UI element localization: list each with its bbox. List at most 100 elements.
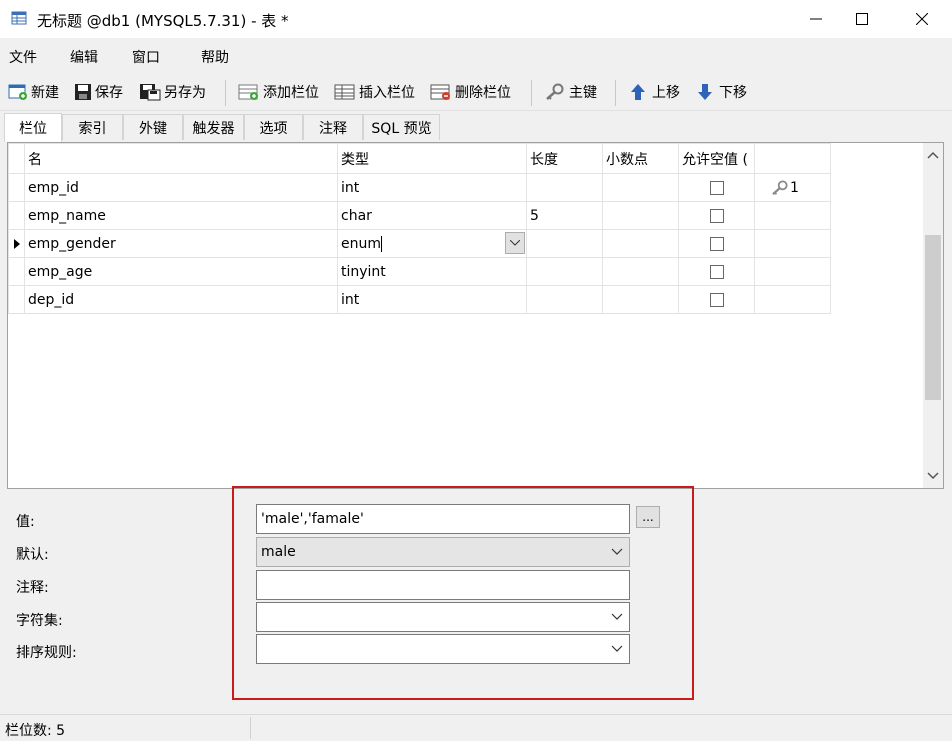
field-name-cell[interactable]: emp_age [24, 257, 338, 286]
field-type-cell[interactable]: int [337, 285, 527, 314]
field-type-cell[interactable]: tinyint [337, 257, 527, 286]
new-button[interactable]: 新建 [8, 81, 59, 103]
status-separator [250, 717, 251, 739]
primary-key-cell[interactable]: 1 [754, 173, 831, 202]
row-indicator [8, 229, 25, 258]
field-type-cell[interactable]: int [337, 173, 527, 202]
add-field-label: 添加栏位 [263, 85, 319, 101]
vertical-scrollbar[interactable] [923, 143, 943, 488]
arrow-up-icon [631, 84, 645, 100]
primary-key-cell[interactable] [754, 201, 831, 230]
table-row[interactable]: dep_id int [8, 285, 831, 314]
save-as-label: 另存为 [164, 85, 206, 101]
delete-field-icon [430, 84, 450, 100]
primary-key-cell[interactable] [754, 285, 831, 314]
save-button[interactable]: 保存 [74, 81, 123, 103]
value-label: 值: [16, 514, 35, 530]
insert-field-button[interactable]: 插入栏位 [334, 81, 415, 103]
move-down-button[interactable]: 下移 [696, 81, 747, 103]
chevron-down-icon [611, 548, 623, 555]
field-name-cell[interactable]: emp_id [24, 173, 338, 202]
nullable-cell [678, 173, 755, 202]
tab-triggers[interactable]: 触发器 [183, 114, 244, 140]
table-row[interactable]: emp_name char 5 [8, 201, 831, 230]
tab-comment[interactable]: 注释 [303, 114, 363, 140]
nullable-cell [678, 285, 755, 314]
row-indicator [8, 173, 25, 202]
field-type-cell[interactable]: char [337, 201, 527, 230]
charset-select[interactable] [256, 602, 630, 632]
table-row[interactable]: emp_gender enum [8, 229, 831, 258]
comment-input[interactable] [256, 570, 630, 600]
new-table-icon [8, 84, 27, 100]
field-name-cell[interactable]: dep_id [24, 285, 338, 314]
default-select[interactable]: male [256, 537, 630, 567]
field-name-cell[interactable]: emp_name [24, 201, 338, 230]
title-bar: 无标题 @db1 (MYSQL5.7.31) - 表 * [0, 0, 952, 38]
edit-values-button[interactable]: ... [636, 506, 660, 528]
primary-key-button[interactable]: 主键 [544, 81, 597, 103]
scroll-down-icon[interactable] [923, 468, 943, 484]
tab-fields[interactable]: 栏位 [4, 113, 62, 142]
nullable-checkbox[interactable] [709, 292, 724, 307]
header-nullable[interactable]: 允许空值 ( [678, 143, 755, 174]
toolbar-separator [531, 80, 532, 106]
tab-indexes[interactable]: 索引 [62, 114, 123, 140]
field-decimals-cell[interactable] [602, 173, 679, 202]
field-decimals-cell[interactable] [602, 285, 679, 314]
nullable-checkbox[interactable] [709, 236, 724, 251]
primary-key-order: 1 [790, 179, 799, 196]
chevron-down-icon [510, 240, 520, 246]
enum-values-input[interactable]: 'male','famale' [256, 504, 630, 534]
delete-field-label: 删除栏位 [455, 85, 511, 101]
tab-options[interactable]: 选项 [244, 114, 303, 140]
menu-window[interactable]: 窗口 [132, 47, 160, 67]
move-up-button[interactable]: 上移 [629, 81, 680, 103]
menu-edit[interactable]: 编辑 [70, 47, 98, 67]
add-field-icon [238, 84, 258, 100]
delete-field-button[interactable]: 删除栏位 [430, 81, 511, 103]
primary-key-cell[interactable] [754, 257, 831, 286]
insert-field-label: 插入栏位 [359, 85, 415, 101]
add-field-button[interactable]: 添加栏位 [238, 81, 319, 103]
menu-file[interactable]: 文件 [9, 47, 37, 67]
header-length[interactable]: 长度 [526, 143, 603, 174]
field-type-cell[interactable]: enum [337, 229, 527, 258]
field-length-cell[interactable] [526, 173, 603, 202]
type-dropdown-button[interactable] [505, 232, 525, 254]
header-name[interactable]: 名 [24, 143, 338, 174]
current-row-arrow-icon [13, 238, 20, 249]
header-type[interactable]: 类型 [337, 143, 527, 174]
field-length-cell[interactable] [526, 285, 603, 314]
tab-foreign-keys[interactable]: 外键 [123, 114, 183, 140]
save-icon [75, 84, 91, 100]
field-length-cell[interactable]: 5 [526, 201, 603, 230]
field-length-cell[interactable] [526, 229, 603, 258]
menu-bar: 文件 编辑 窗口 帮助 [0, 38, 952, 74]
close-button[interactable] [895, 0, 949, 38]
nullable-checkbox[interactable] [709, 180, 724, 195]
field-type-value[interactable]: enum [338, 235, 382, 252]
table-row[interactable]: emp_id int 1 [8, 173, 831, 202]
primary-key-label: 主键 [569, 85, 597, 101]
nullable-checkbox[interactable] [709, 208, 724, 223]
maximize-button[interactable] [835, 0, 889, 38]
status-bar: 栏位数: 5 [0, 714, 952, 741]
collation-select[interactable] [256, 634, 630, 664]
table-row[interactable]: emp_age tinyint [8, 257, 831, 286]
primary-key-cell[interactable] [754, 229, 831, 258]
field-decimals-cell[interactable] [602, 257, 679, 286]
field-decimals-cell[interactable] [602, 229, 679, 258]
save-as-button[interactable]: 另存为 [139, 81, 206, 103]
field-name-cell[interactable]: emp_gender [24, 229, 338, 258]
maximize-icon [856, 13, 868, 25]
tab-sql-preview[interactable]: SQL 预览 [363, 114, 440, 140]
nullable-checkbox[interactable] [709, 264, 724, 279]
edit-values-label: ... [642, 510, 654, 524]
scroll-up-icon[interactable] [923, 147, 943, 163]
menu-help[interactable]: 帮助 [201, 47, 229, 67]
scrollbar-thumb[interactable] [925, 235, 941, 400]
header-decimals[interactable]: 小数点 [602, 143, 679, 174]
field-decimals-cell[interactable] [602, 201, 679, 230]
field-length-cell[interactable] [526, 257, 603, 286]
